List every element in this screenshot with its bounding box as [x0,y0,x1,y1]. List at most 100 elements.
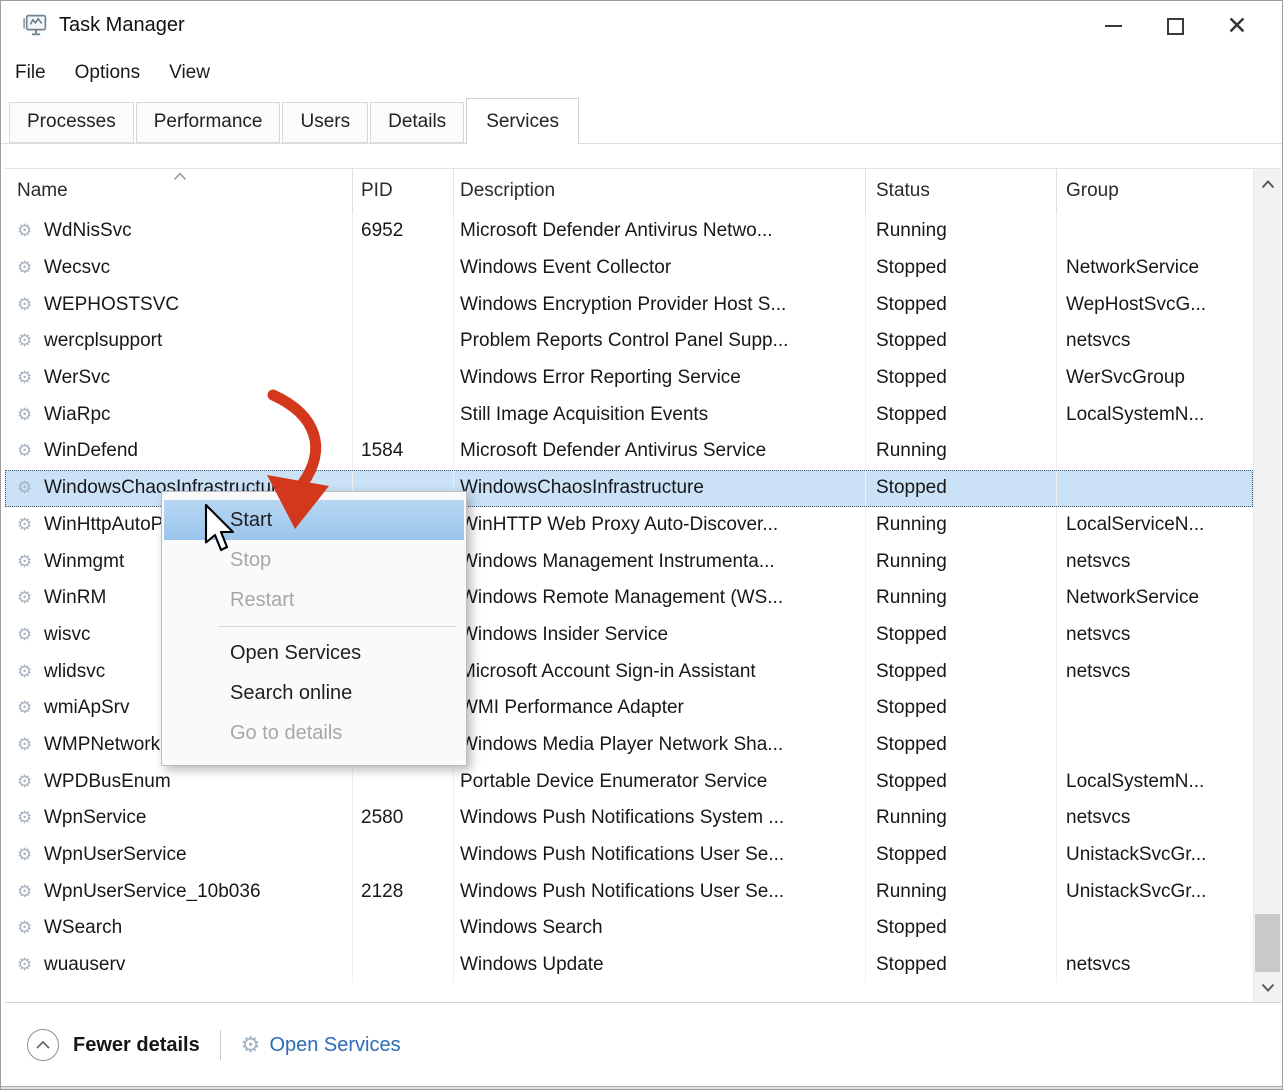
scroll-down-button[interactable] [1254,972,1281,1002]
menubar-item-view[interactable]: View [169,62,210,84]
tab-details[interactable]: Details [370,102,464,143]
service-status: Stopped [866,360,1057,397]
service-name: wlidsvc [44,661,105,683]
window-bottom-edge [1,1086,1282,1089]
service-gear-icon: ⚙ [17,918,44,938]
service-description: Still Image Acquisition Events [454,396,866,433]
service-name: WpnService [44,807,146,829]
open-services-link[interactable]: Open Services [269,1034,400,1057]
service-description: Windows Insider Service [454,617,866,654]
service-name: WerSvc [44,367,110,389]
service-name: WiaRpc [44,404,111,426]
service-status: Running [866,873,1057,910]
service-name: WpnUserService_10b036 [44,881,261,903]
footer-bar: Fewer details ⚙ Open Services [1,1003,1282,1087]
service-group: netsvcs [1057,617,1253,654]
service-name: wercplsupport [44,330,162,352]
column-header-pid[interactable]: PID [353,169,454,213]
table-row[interactable]: ⚙WPDBusEnum Portable Device Enumerator S… [5,763,1253,800]
services-gear-icon: ⚙ [241,1033,261,1058]
table-row[interactable]: ⚙WpnUserService Windows Push Notificatio… [5,837,1253,874]
service-status: Running [866,800,1057,837]
service-status: Running [866,543,1057,580]
service-gear-icon: ⚙ [17,698,44,718]
minimize-button[interactable] [1082,1,1144,51]
service-gear-icon: ⚙ [17,221,44,241]
table-row[interactable]: ⚙WinDefend 1584 Microsoft Defender Antiv… [5,433,1253,470]
service-status: Stopped [866,396,1057,433]
table-header-row: Name PID Description Status Group [5,169,1253,213]
column-header-description[interactable]: Description [454,169,866,213]
service-description: Windows Search [454,910,866,947]
menubar-item-options[interactable]: Options [75,62,140,84]
context-menu-separator [218,626,456,627]
table-row[interactable]: ⚙WpnService 2580 Windows Push Notificati… [5,800,1253,837]
service-description: Windows Error Reporting Service [454,360,866,397]
service-gear-icon: ⚙ [17,368,44,388]
service-group: LocalSystemN... [1057,396,1253,433]
service-status: Stopped [866,323,1057,360]
service-name: wmiApSrv [44,697,130,719]
column-header-status[interactable]: Status [866,169,1057,213]
service-name: wisvc [44,624,90,646]
service-group: NetworkService [1057,250,1253,287]
service-pid [353,396,454,433]
service-name: WpnUserService [44,844,187,866]
service-status: Running [866,433,1057,470]
service-status: Stopped [866,470,1057,507]
table-row[interactable]: ⚙WpnUserService_10b036 2128 Windows Push… [5,873,1253,910]
fewer-details-button[interactable]: Fewer details [27,1029,200,1061]
table-row[interactable]: ⚙WSearch Windows Search Stopped [5,910,1253,947]
service-description: Windows Push Notifications System ... [454,800,866,837]
table-row[interactable]: ⚙WerSvc Windows Error Reporting Service … [5,360,1253,397]
table-row[interactable]: ⚙Wecsvc Windows Event Collector Stopped … [5,250,1253,287]
service-pid: 2128 [353,873,454,910]
scroll-up-button[interactable] [1254,169,1281,199]
service-description: Windows Media Player Network Sha... [454,727,866,764]
service-description: Windows Management Instrumenta... [454,543,866,580]
title-bar: Task Manager ✕ [1,1,1282,51]
maximize-button[interactable] [1144,1,1206,51]
service-name: WPDBusEnum [44,771,171,793]
service-pid [353,360,454,397]
service-pid: 6952 [353,213,454,250]
table-row[interactable]: ⚙wercplsupport Problem Reports Control P… [5,323,1253,360]
footer-divider [220,1030,221,1060]
service-group: LocalServiceN... [1057,507,1253,544]
service-gear-icon: ⚙ [17,331,44,351]
column-header-group[interactable]: Group [1057,169,1253,213]
service-gear-icon: ⚙ [17,772,44,792]
table-row[interactable]: ⚙WiaRpc Still Image Acquisition Events S… [5,396,1253,433]
service-name: wuauserv [44,954,125,976]
vertical-scrollbar[interactable] [1253,169,1281,1002]
close-button[interactable]: ✕ [1206,1,1268,51]
table-row[interactable]: ⚙WEPHOSTSVC Windows Encryption Provider … [5,286,1253,323]
service-gear-icon: ⚙ [17,441,44,461]
chevron-down-icon [1261,983,1275,992]
service-status: Running [866,213,1057,250]
service-group: netsvcs [1057,947,1253,984]
service-group: WerSvcGroup [1057,360,1253,397]
tab-users[interactable]: Users [282,102,368,143]
service-group: LocalSystemN... [1057,763,1253,800]
service-description: WinHTTP Web Proxy Auto-Discover... [454,507,866,544]
service-pid [353,323,454,360]
chevron-up-icon [1261,180,1275,189]
service-description: WindowsChaosInfrastructure [454,470,866,507]
menubar-item-file[interactable]: File [15,62,46,84]
service-gear-icon: ⚙ [17,515,44,535]
service-description: Windows Push Notifications User Se... [454,837,866,874]
context-menu-item-search-online[interactable]: Search online [162,673,466,713]
service-name: WEPHOSTSVC [44,294,179,316]
table-row[interactable]: ⚙wuauserv Windows Update Stopped netsvcs [5,947,1253,984]
table-row[interactable]: ⚙WdNisSvc 6952 Microsoft Defender Antivi… [5,213,1253,250]
tab-services[interactable]: Services [466,98,579,144]
service-gear-icon: ⚙ [17,882,44,902]
service-gear-icon: ⚙ [17,808,44,828]
tab-processes[interactable]: Processes [9,102,134,143]
service-name: WinDefend [44,440,138,462]
mouse-cursor [203,503,239,555]
scrollbar-thumb[interactable] [1255,914,1280,976]
context-menu-item-open-services[interactable]: Open Services [162,633,466,673]
tab-performance[interactable]: Performance [136,102,281,143]
